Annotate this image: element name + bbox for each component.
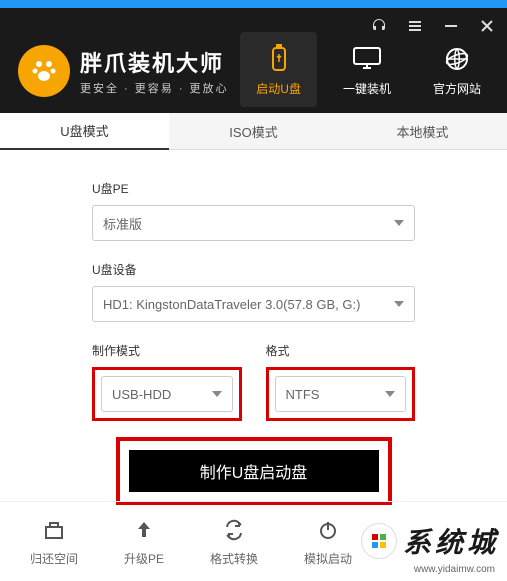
format-convert-button[interactable]: 格式转换	[210, 516, 258, 567]
minimize-icon[interactable]	[443, 18, 459, 34]
device-label: U盘设备	[92, 261, 415, 278]
paw-icon	[18, 45, 70, 97]
chevron-down-icon	[385, 391, 395, 397]
device-value: HD1: KingstonDataTraveler 3.0(57.8 GB, G…	[103, 297, 360, 312]
create-usb-button[interactable]: 制作U盘启动盘	[129, 450, 379, 492]
app-header: 胖爪装机大师 更安全 · 更容易 · 更放心 启动U盘 一键装机 官方网站	[0, 8, 507, 113]
watermark-url: www.yidaimw.com	[414, 564, 495, 575]
footer-label: 升级PE	[124, 550, 164, 567]
chevron-down-icon	[394, 301, 404, 307]
nav-website[interactable]: 官方网站	[417, 32, 497, 107]
nav-label: 官方网站	[433, 80, 481, 97]
upgrade-icon	[133, 516, 155, 544]
tab-local-mode[interactable]: 本地模式	[338, 113, 507, 150]
format-select[interactable]: NTFS	[275, 376, 407, 412]
restore-space-button[interactable]: 归还空间	[30, 516, 78, 567]
pe-label: U盘PE	[92, 180, 415, 197]
nav-usb-boot[interactable]: 启动U盘	[240, 32, 317, 107]
headphones-icon[interactable]	[371, 18, 387, 34]
monitor-icon	[352, 42, 382, 76]
nav-label: 一键装机	[343, 80, 391, 97]
convert-icon	[223, 516, 245, 544]
power-icon	[317, 516, 339, 544]
tab-usb-mode[interactable]: U盘模式	[0, 113, 169, 150]
usb-icon	[267, 42, 291, 76]
chevron-down-icon	[212, 391, 222, 397]
brand-title: 胖爪装机大师	[80, 46, 229, 78]
mode-label: 制作模式	[92, 342, 242, 359]
footer-label: 归还空间	[30, 550, 78, 567]
menu-icon[interactable]	[407, 18, 423, 34]
highlight-box: USB-HDD	[92, 367, 242, 421]
tab-iso-mode[interactable]: ISO模式	[169, 113, 338, 150]
watermark: 系统城	[361, 521, 507, 561]
nav-label: 启动U盘	[256, 80, 301, 97]
footer-label: 格式转换	[210, 550, 258, 567]
pe-select[interactable]: 标准版	[92, 205, 415, 241]
simulate-boot-button[interactable]: 模拟启动	[304, 516, 352, 567]
nav-reinstall[interactable]: 一键装机	[327, 32, 407, 107]
highlight-box: NTFS	[266, 367, 416, 421]
chevron-down-icon	[394, 220, 404, 226]
ie-icon	[443, 42, 471, 76]
restore-icon	[43, 516, 65, 544]
format-label: 格式	[266, 342, 416, 359]
brand-subtitle: 更安全 · 更容易 · 更放心	[80, 80, 229, 96]
highlight-box: 制作U盘启动盘	[116, 437, 392, 505]
pe-value: 标准版	[103, 214, 142, 233]
mode-select[interactable]: USB-HDD	[101, 376, 233, 412]
footer-label: 模拟启动	[304, 550, 352, 567]
format-value: NTFS	[286, 387, 320, 402]
close-icon[interactable]	[479, 18, 495, 34]
upgrade-pe-button[interactable]: 升级PE	[124, 516, 164, 567]
mode-value: USB-HDD	[112, 387, 171, 402]
footer-toolbar: 归还空间 升级PE 格式转换 模拟启动 系统城 www.yidaimw.com	[0, 501, 507, 581]
device-select[interactable]: HD1: KingstonDataTraveler 3.0(57.8 GB, G…	[92, 286, 415, 322]
watermark-text: 系统城	[403, 521, 499, 561]
mode-tabs: U盘模式 ISO模式 本地模式	[0, 113, 507, 150]
watermark-icon	[361, 523, 397, 559]
app-logo: 胖爪装机大师 更安全 · 更容易 · 更放心	[18, 45, 229, 97]
